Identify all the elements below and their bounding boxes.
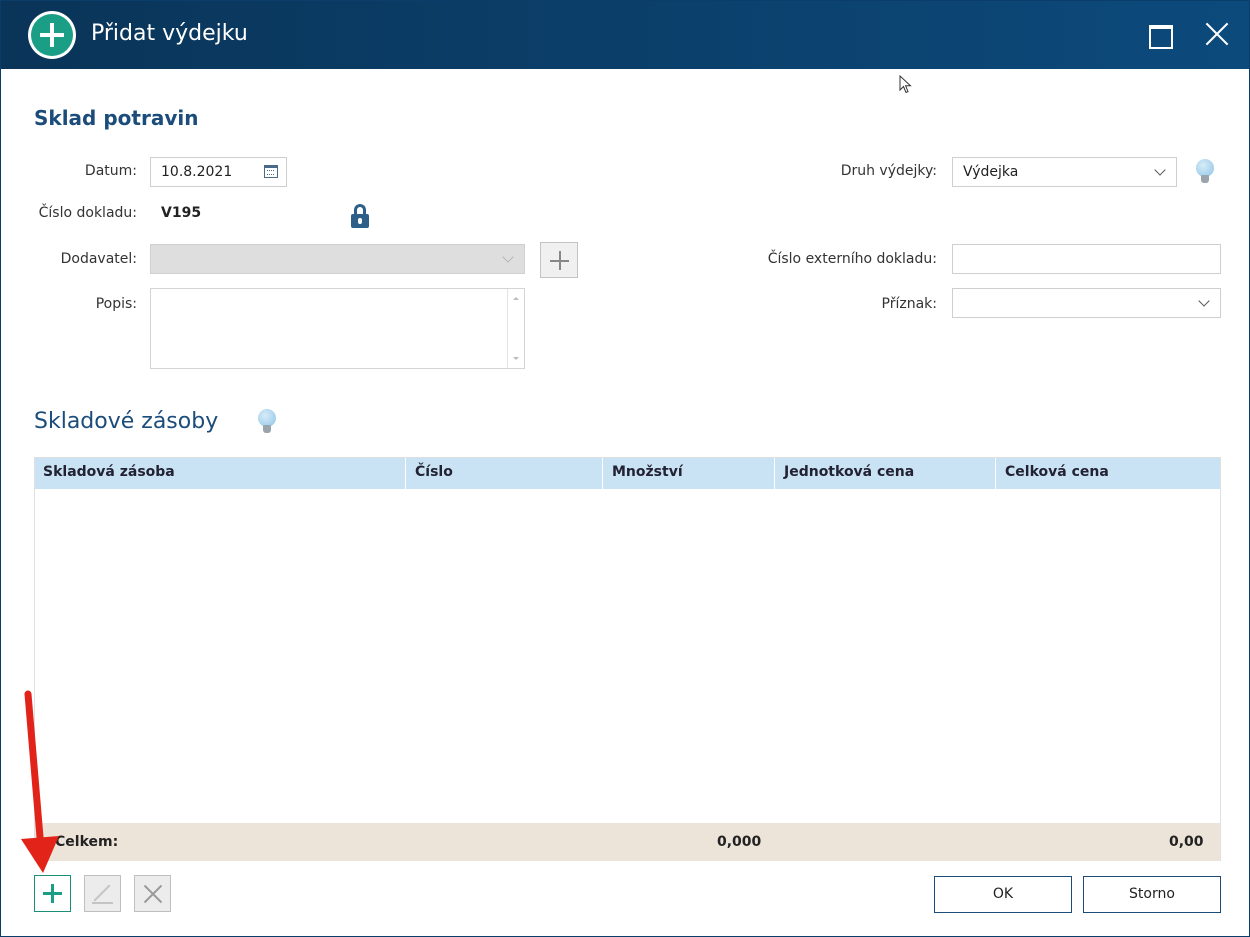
- close-icon[interactable]: [1197, 15, 1237, 55]
- chevron-down-icon: [1154, 164, 1166, 176]
- total-quantity: 0,000: [717, 834, 762, 850]
- dodavatel-select[interactable]: [150, 244, 525, 274]
- cislo-dokladu-value: V195: [161, 205, 202, 221]
- stock-table-header: Skladová zásoba Číslo Množství Jednotkov…: [35, 458, 1220, 489]
- edit-item-button[interactable]: [84, 875, 121, 912]
- delete-item-button[interactable]: [134, 875, 171, 912]
- druh-vydejky-label: Druh výdejky:: [840, 163, 937, 179]
- column-header[interactable]: Celková cena: [1005, 464, 1109, 480]
- priznak-label: Příznak:: [881, 296, 937, 312]
- column-header[interactable]: Číslo: [415, 464, 453, 480]
- add-circle-icon: [28, 11, 76, 59]
- popis-textarea[interactable]: [150, 288, 525, 369]
- chevron-down-icon: [502, 251, 514, 263]
- datum-label: Datum:: [84, 163, 137, 179]
- druh-vydejky-value: Výdejka: [963, 164, 1019, 180]
- stock-table-footer: Celkem: 0,000 0,00: [35, 823, 1220, 861]
- cancel-button[interactable]: Storno: [1083, 876, 1221, 913]
- dodavatel-label: Dodavatel:: [60, 251, 137, 267]
- priznak-select[interactable]: [952, 288, 1221, 318]
- lock-icon[interactable]: [351, 204, 369, 228]
- lightbulb-icon[interactable]: [1195, 159, 1215, 185]
- stock-section-title: Skladové zásoby: [34, 409, 219, 434]
- cislo-dokladu-label: Číslo dokladu:: [38, 205, 137, 221]
- window-title: Přidat výdejku: [91, 21, 248, 46]
- add-dodavatel-button[interactable]: [540, 242, 578, 278]
- calendar-icon[interactable]: [264, 165, 278, 178]
- chevron-down-icon: [1198, 295, 1210, 307]
- column-header[interactable]: Jednotková cena: [784, 464, 914, 480]
- lightbulb-icon[interactable]: [257, 409, 277, 435]
- popis-scrollbar[interactable]: [507, 289, 524, 368]
- total-label: Celkem:: [55, 834, 119, 850]
- ok-button[interactable]: OK: [934, 876, 1072, 913]
- column-header[interactable]: Skladová zásoba: [43, 464, 175, 480]
- externi-doklad-label: Číslo externího dokladu:: [767, 251, 937, 267]
- column-header[interactable]: Množství: [612, 464, 683, 480]
- externi-doklad-input[interactable]: [952, 244, 1221, 274]
- section-title: Sklad potravin: [34, 106, 199, 130]
- mouse-cursor-icon: [899, 75, 912, 94]
- popis-label: Popis:: [95, 296, 137, 312]
- datum-value: 10.8.2021: [161, 164, 233, 180]
- druh-vydejky-select[interactable]: Výdejka: [952, 157, 1177, 187]
- stock-table[interactable]: Skladová zásoba Číslo Množství Jednotkov…: [34, 457, 1221, 861]
- maximize-icon[interactable]: [1139, 15, 1179, 55]
- dialog-window: Přidat výdejku Sklad potravin Datum: 10.…: [0, 0, 1250, 937]
- add-item-button[interactable]: [34, 875, 71, 912]
- title-bar[interactable]: Přidat výdejku: [1, 1, 1249, 69]
- datum-field[interactable]: 10.8.2021: [150, 157, 287, 187]
- total-price: 0,00: [1169, 834, 1204, 850]
